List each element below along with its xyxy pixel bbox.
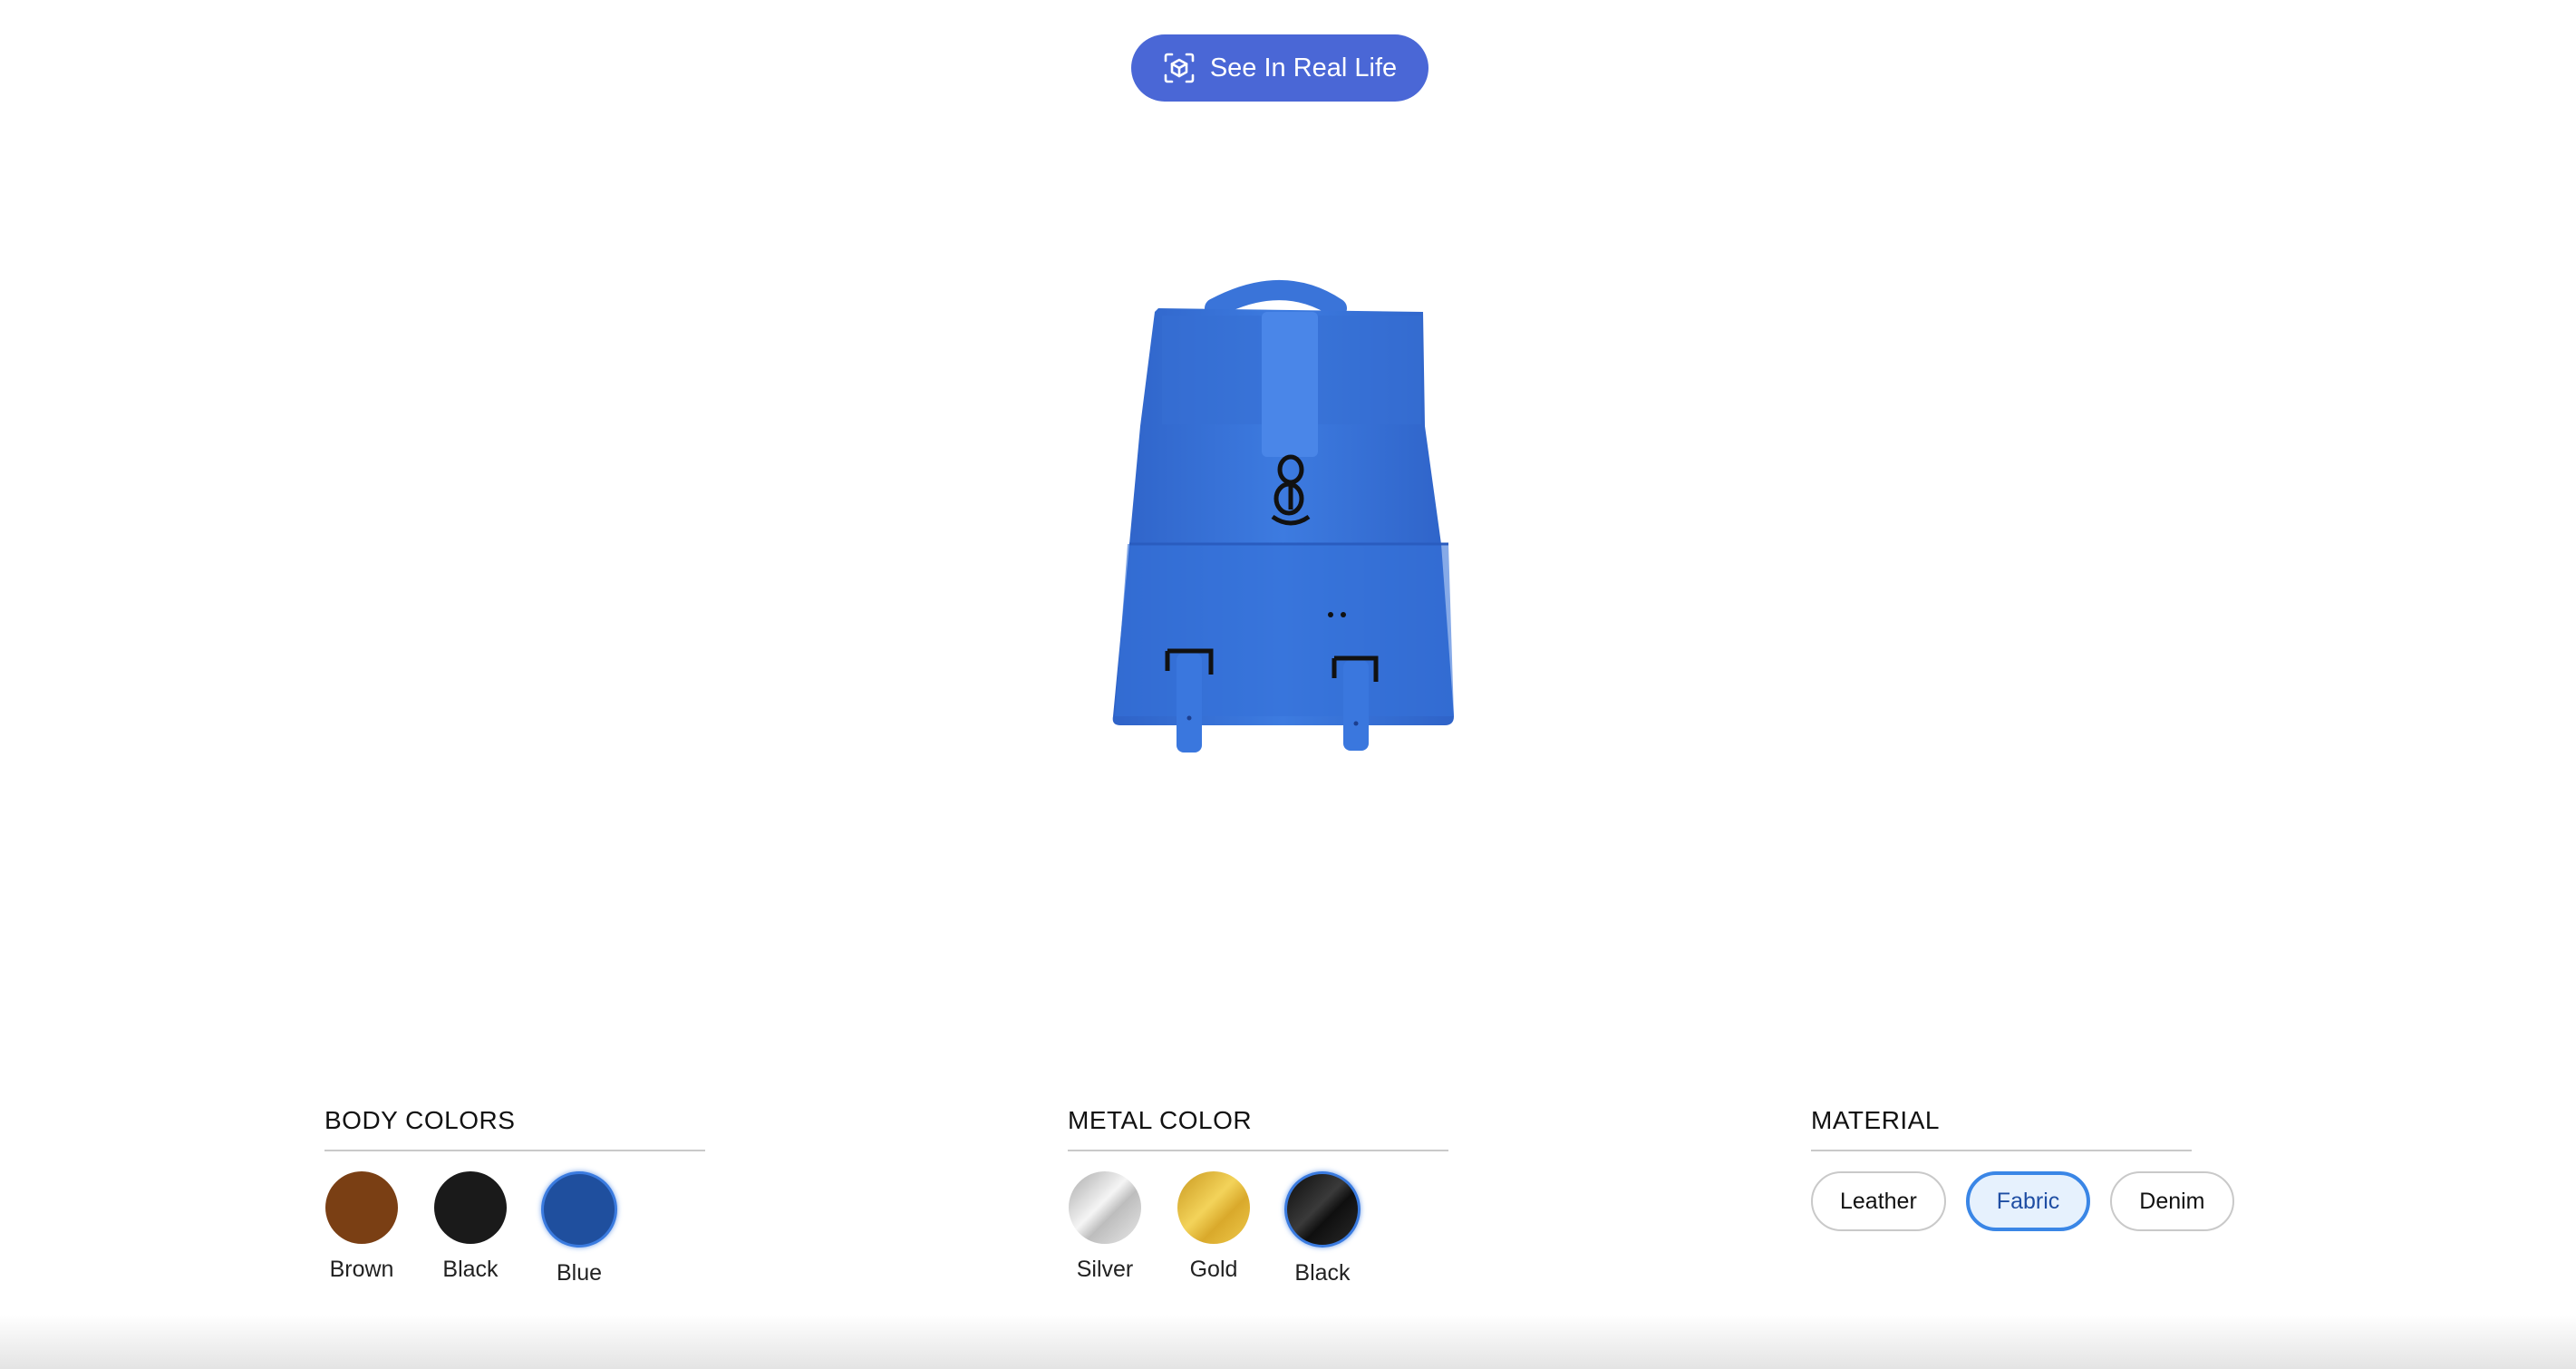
blue-color-dot bbox=[541, 1171, 617, 1248]
black-color-dot bbox=[434, 1171, 507, 1244]
silver-color-dot bbox=[1069, 1171, 1141, 1244]
swatch-label: Gold bbox=[1189, 1257, 1238, 1282]
metal-color-black-swatch[interactable]: Black bbox=[1284, 1171, 1361, 1286]
metal-color-gold-swatch[interactable]: Gold bbox=[1177, 1171, 1251, 1286]
see-in-real-life-label: See In Real Life bbox=[1209, 53, 1398, 83]
body-color-brown-swatch[interactable]: Brown bbox=[324, 1171, 399, 1286]
swatch-label: Silver bbox=[1076, 1257, 1134, 1282]
ar-cube-icon bbox=[1163, 52, 1196, 84]
swatch-label: Blue bbox=[556, 1260, 603, 1286]
gold-color-dot bbox=[1177, 1171, 1250, 1244]
metal-color-panel: METAL COLOR Silver Gold Black bbox=[1068, 1106, 1448, 1286]
see-in-real-life-button[interactable]: See In Real Life bbox=[1131, 34, 1428, 102]
material-fabric-chip[interactable]: Fabric bbox=[1965, 1171, 2091, 1231]
body-color-blue-swatch[interactable]: Blue bbox=[541, 1171, 617, 1286]
bottom-shadow bbox=[0, 1315, 2576, 1369]
black-metal-dot bbox=[1284, 1171, 1361, 1248]
material-panel: MATERIAL Leather Fabric Denim bbox=[1811, 1106, 2234, 1231]
brown-color-dot bbox=[325, 1171, 398, 1244]
metal-color-title: METAL COLOR bbox=[1068, 1106, 1448, 1151]
material-denim-chip[interactable]: Denim bbox=[2110, 1171, 2234, 1231]
metal-color-silver-swatch[interactable]: Silver bbox=[1068, 1171, 1142, 1286]
material-title: MATERIAL bbox=[1811, 1106, 2192, 1151]
body-colors-swatches: Brown Black Blue bbox=[324, 1171, 705, 1286]
body-color-black-swatch[interactable]: Black bbox=[433, 1171, 508, 1286]
material-leather-chip[interactable]: Leather bbox=[1811, 1171, 1946, 1231]
material-options: Leather Fabric Denim bbox=[1811, 1171, 2234, 1231]
metal-color-swatches: Silver Gold Black bbox=[1068, 1171, 1448, 1286]
swatch-label: Black bbox=[1294, 1260, 1351, 1286]
swatch-label: Black bbox=[442, 1257, 499, 1282]
swatch-label: Brown bbox=[329, 1257, 394, 1282]
body-colors-title: BODY COLORS bbox=[324, 1106, 705, 1151]
body-colors-panel: BODY COLORS Brown Black Blue bbox=[324, 1106, 705, 1286]
backpack-3d-model[interactable] bbox=[1088, 272, 1487, 780]
product-configurator: See In Real Life BODY COLORS Brown Black… bbox=[0, 0, 2576, 1369]
